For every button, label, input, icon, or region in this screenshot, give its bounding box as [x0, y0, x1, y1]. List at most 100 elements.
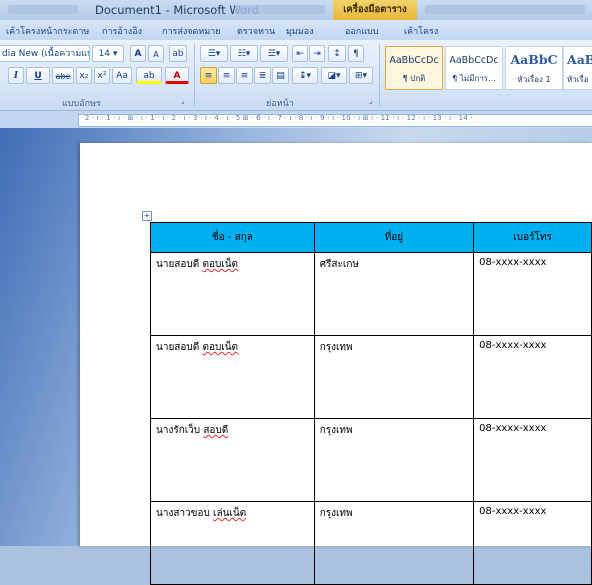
- table-row: นางรักเว็บ สอบดี กรุงเทพ 08-xxxx-xxxx: [150, 418, 592, 502]
- table-cell[interactable]: 08-xxxx-xxxx: [473, 501, 592, 585]
- tab-layout[interactable]: เค้าโครง: [404, 24, 438, 38]
- font-name-combo[interactable]: dia New (เนื้อความแบ: [0, 45, 90, 62]
- font-dialog-launcher-icon[interactable]: ⌟: [181, 96, 185, 105]
- font-color-button[interactable]: A: [165, 67, 189, 84]
- cell-text: กรุงเทพ: [319, 508, 353, 519]
- table-cell[interactable]: กรุงเทพ: [313, 418, 475, 502]
- ruler-marks: · 2 · ı · 1 · ı · ⊞ · ı · 1 · ı · 2 · ı …: [80, 114, 473, 122]
- table-cell[interactable]: นายสอบดี ตอบเน็ต: [150, 335, 315, 419]
- underline-button[interactable]: U: [26, 67, 50, 84]
- table-cell[interactable]: 08-xxxx-xxxx: [473, 335, 592, 419]
- borders-icon: ⊞▾: [354, 71, 368, 81]
- table-cell[interactable]: 08-xxxx-xxxx: [473, 418, 592, 502]
- cell-text: ศรีสะเกษ: [319, 259, 359, 270]
- show-formatting-button[interactable]: ¶: [348, 45, 364, 62]
- table-cell[interactable]: กรุงเทพ: [313, 335, 475, 419]
- table-cell[interactable]: 08-xxxx-xxxx: [473, 252, 592, 336]
- style-normal[interactable]: AaBbCcDc ¶ ปกติ: [385, 46, 443, 90]
- cell-text: นายสอบดี ตอบเน็ต: [156, 259, 239, 270]
- grow-font-button[interactable]: A: [130, 45, 146, 62]
- tab-page-layout[interactable]: เค้าโครงหน้ากระดาษ: [6, 24, 89, 38]
- italic-button[interactable]: I: [8, 67, 24, 84]
- style-no-spacing[interactable]: AaBbCcDc ¶ ไม่มีการ...: [445, 46, 503, 90]
- pilcrow-icon: ¶: [353, 49, 359, 59]
- table-cell[interactable]: นางรักเว็บ สอบดี: [150, 418, 315, 502]
- line-spacing-button[interactable]: ↨▾: [292, 67, 318, 84]
- distributed-button[interactable]: ▤: [272, 67, 289, 84]
- align-right-button[interactable]: ≡: [236, 67, 253, 84]
- style-preview: AaBbC: [510, 52, 558, 67]
- cell-text: กรุงเทพ: [319, 342, 353, 353]
- ribbon-tabs: เค้าโครงหน้ากระดาษ การอ้างอิง การส่งจดหม…: [0, 20, 592, 40]
- multilevel-list-button[interactable]: ☲▾: [260, 45, 288, 62]
- style-preview: AaBl: [567, 52, 592, 67]
- align-left-button[interactable]: ≡: [200, 67, 217, 84]
- bullets-icon: ☰▾: [207, 49, 221, 59]
- line-spacing-icon: ↨▾: [298, 71, 312, 81]
- header-cell-phone[interactable]: เบอร์โทร: [473, 222, 592, 253]
- tab-review[interactable]: ตรวจทาน: [237, 24, 275, 38]
- style-preview: AaBbCcDc: [449, 55, 499, 66]
- text-highlight-button[interactable]: ab: [136, 67, 162, 84]
- title-bar: Document1 - Microsoft Word เครื่องมือตาร…: [0, 0, 592, 20]
- cell-text: 08-xxxx-xxxx: [479, 423, 547, 434]
- style-name: ¶ ไม่มีการ...: [452, 74, 496, 83]
- table-cell[interactable]: กรุงเทพ: [313, 501, 475, 585]
- style-name: หัวเรื่อ: [567, 75, 589, 84]
- group-divider: [379, 44, 380, 106]
- table-move-handle-icon[interactable]: +: [142, 211, 152, 221]
- blurred-title-text: [8, 5, 78, 14]
- spellcheck-word: ตอบเน็ต: [202, 259, 239, 270]
- tab-references[interactable]: การอ้างอิง: [102, 24, 142, 38]
- table-cell[interactable]: ศรีสะเกษ: [313, 252, 475, 336]
- font-group-label: แบบอักษร: [62, 99, 101, 109]
- strikethrough-button[interactable]: abe: [52, 67, 74, 84]
- blurred-title-text: [235, 5, 325, 14]
- paragraph-group-label: ย่อหน้า: [266, 99, 294, 109]
- align-center-button[interactable]: ≡: [218, 67, 235, 84]
- spellcheck-word: สอบดี: [203, 425, 229, 436]
- distributed-icon: ▤: [276, 71, 285, 81]
- cell-text: นางรักเว็บ สอบดี: [156, 425, 229, 436]
- style-heading-1[interactable]: AaBbC หัวเรื่อง 1: [505, 46, 563, 90]
- table-row: นางสาวขอบ เล่นเน็ต กรุงเทพ 08-xxxx-xxxx: [150, 501, 592, 585]
- ribbon: dia New (เนื้อความแบ 14 ▾ A A ab I U abe…: [0, 40, 592, 111]
- superscript-button[interactable]: x²: [94, 67, 110, 84]
- header-cell-name[interactable]: ชื่อ - สกุล: [150, 222, 315, 253]
- cell-text: 08-xxxx-xxxx: [479, 506, 547, 517]
- shading-button[interactable]: ◪▾: [321, 67, 347, 84]
- cell-text: 08-xxxx-xxxx: [479, 257, 547, 268]
- tab-view[interactable]: มุมมอง: [286, 24, 314, 38]
- numbering-button[interactable]: ☷▾: [230, 45, 258, 62]
- table-row: นายสอบดี ตอบเน็ต ศรีสะเกษ 08-xxxx-xxxx: [150, 252, 592, 336]
- font-size-value: 14: [98, 49, 111, 59]
- style-name: หัวเรื่อง 1: [517, 75, 551, 84]
- decrease-indent-button[interactable]: ⇤: [292, 45, 308, 62]
- shrink-font-button[interactable]: A: [148, 45, 164, 62]
- horizontal-ruler[interactable]: · 2 · ı · 1 · ı · ⊞ · ı · 1 · ı · 2 · ı …: [0, 111, 592, 128]
- borders-button[interactable]: ⊞▾: [349, 67, 373, 84]
- data-table[interactable]: ชื่อ - สกุล ที่อยู่ เบอร์โทร นายสอบดี ตอ…: [150, 222, 592, 585]
- table-cell[interactable]: นางสาวขอบ เล่นเน็ต: [150, 501, 315, 585]
- justify-button[interactable]: ≣: [254, 67, 271, 84]
- spellcheck-word: เล่นเน็ต: [213, 508, 247, 519]
- font-size-combo[interactable]: 14 ▾: [92, 45, 124, 62]
- table-cell[interactable]: นายสอบดี ตอบเน็ต: [150, 252, 315, 336]
- increase-indent-button[interactable]: ⇥: [309, 45, 325, 62]
- style-heading-2[interactable]: AaBl หัวเรื่อ: [563, 46, 592, 90]
- tab-mailings[interactable]: การส่งจดหมาย: [162, 24, 221, 38]
- header-cell-address[interactable]: ที่อยู่: [313, 222, 475, 253]
- clear-formatting-button[interactable]: ab: [169, 45, 187, 62]
- table-tools-context-tab[interactable]: เครื่องมือตาราง: [333, 0, 417, 20]
- increase-indent-icon: ⇥: [313, 49, 321, 59]
- bullets-button[interactable]: ☰▾: [200, 45, 228, 62]
- change-case-button[interactable]: Aa: [112, 67, 132, 84]
- paragraph-dialog-launcher-icon[interactable]: ⌟: [369, 96, 373, 105]
- justify-icon: ≣: [258, 71, 267, 81]
- sort-button[interactable]: ↕: [328, 45, 346, 62]
- shading-icon: ◪▾: [327, 71, 341, 81]
- tab-design[interactable]: ออกแบบ: [345, 24, 379, 38]
- subscript-button[interactable]: x₂: [76, 67, 92, 84]
- group-divider: [194, 44, 195, 106]
- table-header-row: ชื่อ - สกุล ที่อยู่ เบอร์โทร: [150, 222, 592, 253]
